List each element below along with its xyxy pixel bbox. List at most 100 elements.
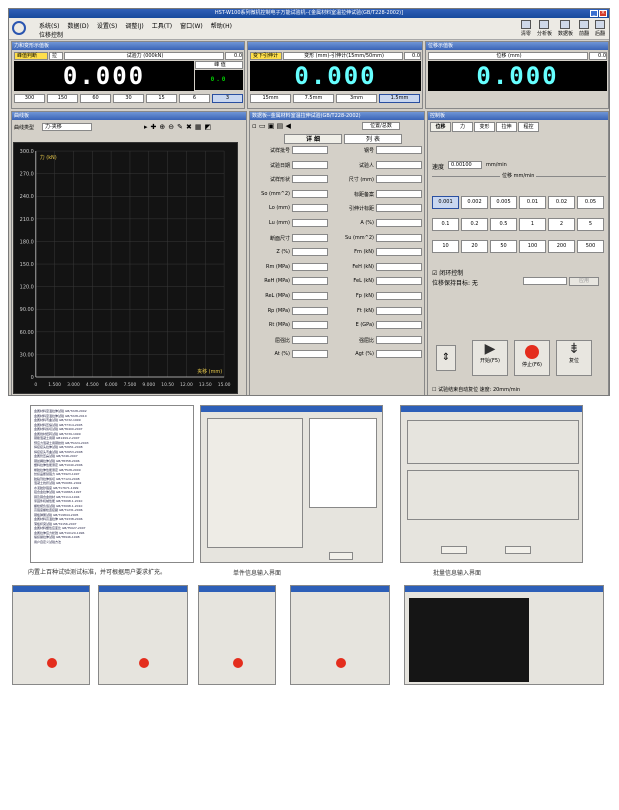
speed-option[interactable]: 0.05 <box>577 196 604 209</box>
speed-option[interactable]: 0.1 <box>432 218 459 231</box>
auto-reset-option[interactable]: ☐ 试验结束自动复位 速度: 20mm/min <box>432 386 520 393</box>
data-field-input[interactable] <box>292 335 328 344</box>
speed-option[interactable]: 500 <box>577 240 604 253</box>
extensometer-range-option[interactable]: 3mm <box>336 94 377 103</box>
control-tab[interactable]: 变形 <box>474 122 495 132</box>
speed-option[interactable]: 0.2 <box>461 218 488 231</box>
force-range-option[interactable]: 30 <box>113 94 144 103</box>
data-field-input[interactable] <box>376 160 422 169</box>
data-field-input[interactable] <box>376 350 422 359</box>
data-field-input[interactable] <box>292 262 328 271</box>
toolbar-button[interactable]: 数据板 <box>558 20 573 37</box>
force-range-option[interactable]: 6 <box>179 94 210 103</box>
data-field-input[interactable] <box>376 204 422 213</box>
stop-button[interactable]: 停止(F6) <box>514 340 550 376</box>
data-field-input[interactable] <box>292 189 328 198</box>
speed-option[interactable]: 100 <box>519 240 546 253</box>
menu-item[interactable]: 系统(S) <box>39 21 60 30</box>
speed-option[interactable]: 0.005 <box>490 196 517 209</box>
record-nav[interactable]: 位置/总数 <box>362 122 400 130</box>
toolbar-button[interactable]: 后翻 <box>594 20 605 37</box>
speed-option[interactable]: 10 <box>432 240 459 253</box>
data-field-input[interactable] <box>292 321 328 330</box>
menu-item[interactable]: 数据(D) <box>68 21 89 30</box>
batch-input-screenshot <box>400 405 583 563</box>
control-tab[interactable]: 拉伸 <box>496 122 517 132</box>
speed-option[interactable]: 0.001 <box>432 196 459 209</box>
data-field-input[interactable] <box>376 219 422 227</box>
data-field-input[interactable] <box>376 175 422 184</box>
speed-label: 速度 <box>432 164 445 171</box>
close-icon[interactable]: × <box>599 10 607 17</box>
data-field-input[interactable] <box>292 350 328 359</box>
menu-item[interactable]: 调整(J) <box>125 21 143 30</box>
data-tab[interactable]: 列 表 <box>344 134 402 144</box>
menu-item[interactable]: 帮助(H) <box>211 21 232 30</box>
data-field-input[interactable] <box>292 233 328 242</box>
speed-option[interactable]: 200 <box>548 240 575 253</box>
extensometer-button[interactable]: 变下引伸计 <box>250 52 282 60</box>
menu-item[interactable]: 设置(S) <box>97 21 118 30</box>
menu-item[interactable]: 工具(T) <box>152 21 172 30</box>
peak-judge-button[interactable]: 峰值判断 <box>14 52 48 60</box>
control-tab[interactable]: 程控 <box>518 122 539 132</box>
data-field-label: Su (mm^2) <box>345 234 374 241</box>
data-toolbar[interactable]: ▫ ▭ ▣ ▤ ◀ <box>252 122 291 130</box>
start-button[interactable]: ▶ 开始(F5) <box>472 340 508 376</box>
speed-option[interactable]: 2 <box>548 218 575 231</box>
chart-tools[interactable]: ▸✚⊕⊖✎✖▦◩ <box>144 123 214 131</box>
speed-option[interactable]: 0.5 <box>490 218 517 231</box>
force-range-option[interactable]: 60 <box>80 94 111 103</box>
reset-button[interactable]: ⇟ 复位 <box>556 340 592 376</box>
speed-option[interactable]: 20 <box>461 240 488 253</box>
data-field-input[interactable] <box>292 306 328 315</box>
speed-option[interactable]: 0.02 <box>548 196 575 209</box>
force-range-option[interactable]: 15 <box>146 94 177 103</box>
hold-target-input[interactable] <box>523 277 567 285</box>
apply-button[interactable]: 应用 <box>569 277 599 286</box>
control-tab[interactable]: 力 <box>452 122 473 132</box>
minimize-icon[interactable]: _ <box>590 10 598 17</box>
toolbar-button[interactable]: 清零 <box>520 20 531 37</box>
tension-mode[interactable]: 拉 <box>49 52 63 60</box>
toolbar-button[interactable]: 前翻 <box>578 20 589 37</box>
speed-option[interactable]: 0.01 <box>519 196 546 209</box>
closed-loop-checkbox[interactable]: ☑ 闭环控制 <box>432 268 463 277</box>
data-field-input[interactable] <box>292 146 328 154</box>
data-field-input[interactable] <box>376 248 422 257</box>
deformation-display: 0.000 <box>250 61 421 91</box>
data-field-input[interactable] <box>376 277 422 286</box>
force-range-option[interactable]: 3 <box>212 94 243 103</box>
data-field-input[interactable] <box>376 292 422 300</box>
data-field-input[interactable] <box>292 204 328 213</box>
speed-option[interactable]: 1 <box>519 218 546 231</box>
force-range-option[interactable]: 150 <box>47 94 78 103</box>
control-tab[interactable]: 位移 <box>430 122 451 132</box>
data-field-input[interactable] <box>292 277 328 286</box>
extensometer-range-option[interactable]: 7.5mm <box>293 94 334 103</box>
extensometer-range-option[interactable]: 1.5mm <box>379 94 420 103</box>
data-tab[interactable]: 详 细 <box>284 134 342 144</box>
data-field-input[interactable] <box>292 175 328 184</box>
data-field-input[interactable] <box>376 306 422 315</box>
data-field-input[interactable] <box>376 189 422 198</box>
toolbar-button[interactable]: 分析板 <box>537 20 552 37</box>
speed-option[interactable]: 5 <box>577 218 604 231</box>
speed-input[interactable]: 0.00100 <box>448 161 482 169</box>
data-field-input[interactable] <box>376 233 422 242</box>
data-field-input[interactable] <box>292 292 328 300</box>
curve-type-select[interactable]: 力-夹移 <box>42 123 92 131</box>
data-field-input[interactable] <box>376 146 422 154</box>
force-range-option[interactable]: 300 <box>14 94 45 103</box>
menu-item[interactable]: 窗口(W) <box>180 21 203 30</box>
data-field-input[interactable] <box>292 219 328 227</box>
speed-option[interactable]: 0.002 <box>461 196 488 209</box>
speed-option[interactable]: 50 <box>490 240 517 253</box>
data-field-input[interactable] <box>376 262 422 271</box>
jog-button[interactable]: ⇕ <box>436 345 456 371</box>
data-field-input[interactable] <box>292 160 328 169</box>
data-field-input[interactable] <box>376 335 422 344</box>
extensometer-range-option[interactable]: 15mm <box>250 94 291 103</box>
data-field-input[interactable] <box>376 321 422 330</box>
data-field-input[interactable] <box>292 248 328 257</box>
